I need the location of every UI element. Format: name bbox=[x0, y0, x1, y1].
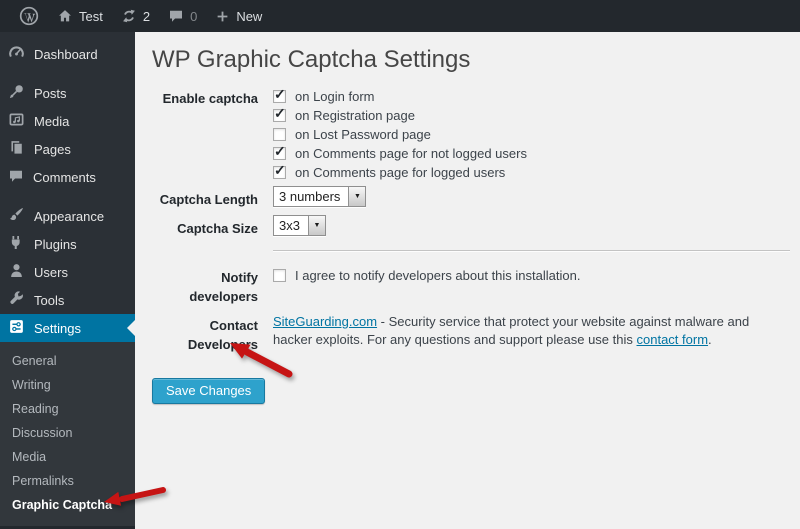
captcha-length-label: Captcha Length bbox=[152, 186, 258, 209]
update-count: 2 bbox=[143, 9, 150, 24]
captcha-length-select[interactable]: 3 numbers ▼ bbox=[273, 186, 366, 207]
sidebar-item-dashboard[interactable]: Dashboard bbox=[0, 40, 135, 68]
checkbox-notify-developers[interactable]: I agree to notify developers about this … bbox=[273, 266, 790, 285]
active-menu-notch bbox=[127, 320, 135, 336]
submenu-item-general[interactable]: General bbox=[0, 349, 135, 373]
checkbox-comments-logged[interactable]: on Comments page for logged users bbox=[273, 163, 790, 182]
sidebar-item-comments[interactable]: Comments bbox=[0, 163, 135, 191]
contact-developers-label: Contact Developers bbox=[152, 313, 258, 354]
pushpin-icon bbox=[8, 83, 25, 103]
settings-submenu: General Writing Reading Discussion Media… bbox=[0, 342, 135, 526]
captcha-length-row: Captcha Length 3 numbers ▼ bbox=[152, 186, 790, 209]
comment-bubble-icon bbox=[168, 8, 184, 24]
sidebar-item-media[interactable]: Media bbox=[0, 107, 135, 135]
submenu-item-graphic-captcha[interactable]: Graphic Captcha bbox=[0, 493, 135, 517]
site-name-menu[interactable]: Test bbox=[48, 0, 112, 32]
sidebar-item-posts[interactable]: Posts bbox=[0, 79, 135, 107]
enable-captcha-label: Enable captcha bbox=[152, 87, 258, 108]
comment-count: 0 bbox=[190, 9, 197, 24]
media-icon bbox=[8, 111, 25, 131]
main-menu: Dashboard Posts Media Pages Comments bbox=[0, 32, 135, 342]
save-changes-button[interactable]: Save Changes bbox=[152, 378, 265, 404]
submenu-item-reading[interactable]: Reading bbox=[0, 397, 135, 421]
sidebar-item-plugins[interactable]: Plugins bbox=[0, 230, 135, 258]
checkbox-registration-page[interactable]: on Registration page bbox=[273, 106, 790, 125]
checkbox-box[interactable] bbox=[273, 90, 286, 103]
captcha-size-select[interactable]: 3x3 ▼ bbox=[273, 215, 326, 236]
chevron-down-icon: ▼ bbox=[308, 216, 325, 235]
contact-form-link[interactable]: contact form bbox=[637, 332, 709, 347]
user-icon bbox=[8, 262, 25, 282]
checkbox-box[interactable] bbox=[273, 166, 286, 179]
chevron-down-icon: ▼ bbox=[348, 187, 365, 206]
wp-logo-menu[interactable] bbox=[10, 0, 48, 32]
sidebar-item-users[interactable]: Users bbox=[0, 258, 135, 286]
home-icon bbox=[57, 8, 73, 24]
contact-developers-row: Contact Developers SiteGuarding.com - Se… bbox=[152, 313, 790, 354]
submenu-item-writing[interactable]: Writing bbox=[0, 373, 135, 397]
settings-sliders-icon bbox=[8, 318, 25, 338]
siteguarding-link[interactable]: SiteGuarding.com bbox=[273, 314, 377, 329]
comment-bubble-icon bbox=[8, 168, 24, 187]
checkbox-box[interactable] bbox=[273, 128, 286, 141]
checkbox-comments-not-logged[interactable]: on Comments page for not logged users bbox=[273, 144, 790, 163]
new-label: New bbox=[236, 9, 262, 24]
admin-bar: Test 2 0 New bbox=[0, 0, 800, 32]
dashboard-icon bbox=[8, 44, 25, 64]
update-icon bbox=[121, 8, 137, 24]
sidebar-item-pages[interactable]: Pages bbox=[0, 135, 135, 163]
captcha-settings-form: Enable captcha on Login form on Registra… bbox=[152, 87, 790, 354]
updates-menu[interactable]: 2 bbox=[112, 0, 159, 32]
wordpress-admin: Test 2 0 New Dashboard Posts bbox=[0, 0, 800, 529]
settings-content: WP Graphic Captcha Settings Enable captc… bbox=[135, 32, 800, 529]
captcha-size-row: Captcha Size 3x3 ▼ bbox=[152, 215, 790, 238]
comments-menu[interactable]: 0 bbox=[159, 0, 206, 32]
brush-icon bbox=[8, 206, 25, 226]
new-content-menu[interactable]: New bbox=[206, 0, 271, 32]
menu-separator bbox=[0, 68, 135, 79]
enable-captcha-row: Enable captcha on Login form on Registra… bbox=[152, 87, 790, 182]
section-divider bbox=[273, 250, 790, 252]
contact-developers-text: SiteGuarding.com - Security service that… bbox=[273, 313, 790, 349]
sidebar-item-appearance[interactable]: Appearance bbox=[0, 202, 135, 230]
pages-icon bbox=[8, 139, 25, 159]
captcha-size-label: Captcha Size bbox=[152, 215, 258, 238]
site-name: Test bbox=[79, 9, 103, 24]
checkbox-lost-password-page[interactable]: on Lost Password page bbox=[273, 125, 790, 144]
notify-developers-row: Notify developers I agree to notify deve… bbox=[152, 266, 790, 306]
notify-developers-label: Notify developers bbox=[152, 266, 258, 306]
admin-sidebar: Dashboard Posts Media Pages Comments bbox=[0, 32, 135, 529]
wordpress-logo-icon bbox=[19, 6, 39, 26]
menu-separator bbox=[0, 191, 135, 202]
wrench-icon bbox=[8, 290, 25, 310]
page-title: WP Graphic Captcha Settings bbox=[152, 44, 790, 75]
plug-icon bbox=[8, 234, 25, 254]
sidebar-item-tools[interactable]: Tools bbox=[0, 286, 135, 314]
checkbox-box[interactable] bbox=[273, 109, 286, 122]
sidebar-item-settings[interactable]: Settings bbox=[0, 314, 135, 342]
checkbox-box[interactable] bbox=[273, 147, 286, 160]
checkbox-login-form[interactable]: on Login form bbox=[273, 87, 790, 106]
submenu-item-discussion[interactable]: Discussion bbox=[0, 421, 135, 445]
submenu-item-media[interactable]: Media bbox=[0, 445, 135, 469]
checkbox-box[interactable] bbox=[273, 269, 286, 282]
submenu-item-permalinks[interactable]: Permalinks bbox=[0, 469, 135, 493]
plus-icon bbox=[215, 9, 230, 24]
